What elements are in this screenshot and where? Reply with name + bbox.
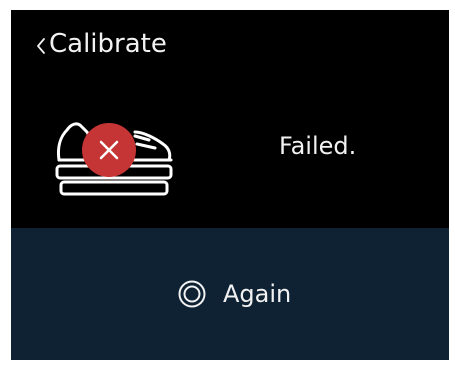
status-text: Failed.	[279, 132, 357, 160]
again-button-content: Again	[177, 276, 291, 312]
calibrate-screen: Calibrate Failed. Again	[11, 10, 449, 360]
again-button[interactable]: Again	[11, 228, 449, 360]
radio-target-icon	[178, 280, 206, 308]
page-title: Calibrate	[49, 29, 167, 59]
back-button[interactable]: Calibrate	[11, 10, 449, 80]
again-label: Again	[223, 280, 292, 308]
error-x-icon	[82, 123, 136, 177]
chevron-left-icon	[37, 38, 45, 54]
status-panel: Failed.	[11, 80, 449, 228]
